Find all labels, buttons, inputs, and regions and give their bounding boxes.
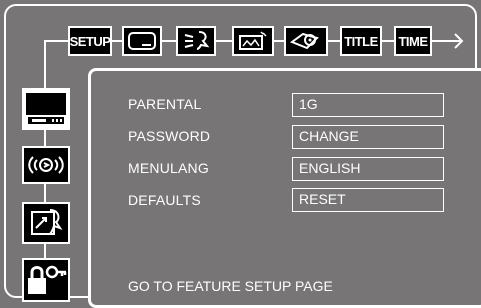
tab-disc[interactable] [284, 26, 328, 56]
password-value[interactable]: CHANGE [292, 125, 444, 149]
defaults-value[interactable]: RESET [292, 188, 444, 212]
tv-screen-icon [128, 32, 156, 50]
menulang-label: MENULANG [128, 160, 209, 176]
defaults-label: DEFAULTS [128, 192, 201, 208]
side-item-language[interactable] [22, 202, 70, 244]
audio-surround-icon [28, 156, 64, 174]
tab-video[interactable] [232, 26, 274, 56]
tab-tv-screen[interactable] [122, 26, 162, 56]
speech-language-icon [31, 209, 63, 235]
side-item-lock[interactable] [22, 258, 70, 302]
arrow-right-icon [440, 28, 466, 54]
audio-speech-icon [184, 31, 210, 50]
menulang-value[interactable]: ENGLISH [292, 157, 444, 181]
tab-title[interactable]: TITLE [340, 26, 382, 56]
side-connector-line [44, 184, 46, 204]
disc-book-icon [289, 32, 319, 50]
password-label: PASSWORD [128, 128, 211, 144]
footer-hint: GO TO FEATURE SETUP PAGE [128, 278, 333, 294]
side-item-audio[interactable] [22, 146, 70, 184]
tab-time[interactable]: TIME [394, 26, 432, 56]
side-connector-line [44, 40, 46, 88]
side-item-tv-display[interactable] [22, 88, 70, 130]
tab-setup[interactable]: SETUP [68, 26, 112, 56]
tv-display-icon [26, 93, 66, 124]
video-image-icon [239, 31, 267, 50]
lock-key-icon [28, 265, 67, 294]
tab-audio[interactable] [176, 26, 216, 56]
parental-label: PARENTAL [128, 96, 202, 112]
parental-value[interactable]: 1G [292, 93, 444, 117]
